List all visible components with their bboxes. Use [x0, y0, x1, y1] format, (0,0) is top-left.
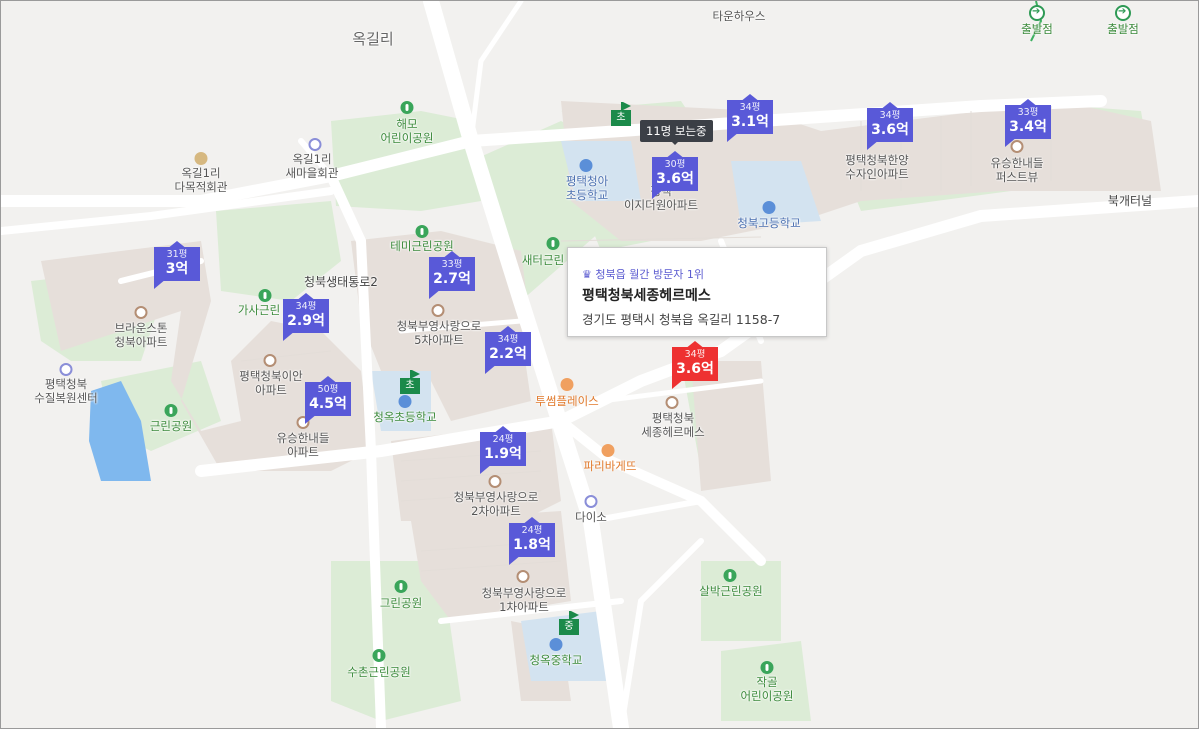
place-label-iann[interactable]: 평택청북이안 아파트: [239, 369, 302, 397]
community-center-icon: [308, 138, 322, 151]
apartment-icon: [488, 475, 502, 488]
building-icon: [194, 152, 208, 165]
apartment-address: 경기도 평택시 청북읍 옥길리 1158-7: [582, 312, 781, 327]
facility-icon: [59, 363, 73, 376]
price-marker-selected[interactable]: 34평 3.6억: [672, 341, 718, 389]
start-point-label: 출발점: [1021, 22, 1053, 36]
price-marker[interactable]: 33평 2.7억: [429, 251, 475, 299]
crown-icon: ♛: [582, 268, 592, 281]
place-label-geunrin-park[interactable]: 근린공원: [150, 419, 192, 433]
price-marker[interactable]: 50평 4.5억: [305, 376, 351, 424]
apartment-icon: [431, 304, 445, 317]
apartment-icon: [516, 570, 530, 583]
place-label-hermes[interactable]: 평택청북 세종헤르메스: [641, 411, 704, 439]
apartment-icon: [665, 396, 679, 409]
price-marker[interactable]: 31평 3억: [154, 241, 200, 289]
price-marker[interactable]: 34평 2.2억: [485, 326, 531, 374]
bakery-icon: [601, 444, 615, 457]
store-icon: [584, 495, 598, 508]
apartment-icon: [263, 354, 277, 367]
price-marker[interactable]: 30평 3.6억: [652, 151, 698, 199]
place-label-cheonga-elem[interactable]: 평택청아 초등학교: [566, 174, 608, 202]
school-icon: [579, 159, 593, 172]
place-label-cb-high[interactable]: 청북고등학교: [737, 216, 800, 230]
park-icon: [400, 101, 414, 114]
school-icon: [762, 201, 776, 214]
park-icon: [546, 237, 560, 250]
park-icon: [164, 404, 178, 417]
park-icon: [723, 569, 737, 582]
park-icon: [372, 649, 386, 662]
school-icon: [549, 638, 563, 651]
place-label-suchon-park[interactable]: 수촌근린공원: [347, 665, 410, 679]
park-icon: [258, 289, 272, 302]
place-label-okgil1-hall[interactable]: 옥길1리 새마을회관: [286, 152, 339, 180]
place-label-twosome[interactable]: 투썸플레이스: [535, 394, 598, 408]
cafe-icon: [560, 378, 574, 391]
place-label-buyoung1[interactable]: 청북부영사랑으로 1차아파트: [482, 586, 567, 614]
place-label-paris[interactable]: 파리바게뜨: [584, 459, 637, 473]
place-label-cheongok-mid[interactable]: 청옥중학교: [530, 653, 583, 667]
place-label-water-center[interactable]: 평택청북 수질복원센터: [34, 377, 97, 405]
place-label-brownstone[interactable]: 브라운스톤 청북아파트: [115, 321, 168, 349]
place-label-townhouse: 타운하우스: [712, 9, 766, 23]
place-label-haemo[interactable]: 해모 어린이공원: [381, 117, 434, 145]
price-marker[interactable]: 34평 3.1억: [727, 94, 773, 142]
map-view[interactable]: 옥길리 타운하우스 해모 어린이공원 옥길1리 새마을회관 옥길1리 다목적회관 테미…: [0, 0, 1199, 729]
park-icon: [415, 225, 429, 238]
elementary-school-flag[interactable]: 초: [611, 102, 633, 126]
park-icon: [394, 580, 408, 593]
elementary-school-flag[interactable]: 초: [400, 370, 422, 394]
place-label-gasa-park[interactable]: 가사근린: [238, 303, 280, 317]
apartment-info-card[interactable]: ♛ 청북읍 월간 방문자 1위 평택청북세종헤르메스 경기도 평택시 청북읍 옥…: [567, 247, 827, 337]
place-label-daiso[interactable]: 다이소: [575, 510, 607, 524]
price-marker[interactable]: 34평 3.6억: [867, 102, 913, 150]
price-marker[interactable]: 33평 3.4억: [1005, 99, 1051, 147]
road-label-eco-road: 청북생태통로2: [304, 275, 378, 289]
place-label-buyoung5[interactable]: 청북부영사랑으로 5차아파트: [397, 319, 482, 347]
place-label-hanyang[interactable]: 평택청북한양 수자인아파트: [845, 153, 908, 181]
place-label-green-park[interactable]: 그린공원: [380, 596, 422, 610]
park-icon: [760, 661, 774, 674]
place-label-cheongok-elem[interactable]: 청옥초등학교: [373, 410, 436, 424]
place-label-jakgol-park[interactable]: 작골 어린이공원: [741, 675, 794, 703]
price-marker[interactable]: 24평 1.8억: [509, 517, 555, 565]
viewer-count-tooltip: 11명 보는중: [640, 120, 713, 145]
middle-school-flag[interactable]: 중: [559, 611, 581, 635]
school-icon: [398, 395, 412, 408]
place-label-yuseung[interactable]: 유승한내들 아파트: [277, 431, 330, 459]
price-marker[interactable]: 34평 2.9억: [283, 293, 329, 341]
place-label-saeteo-park[interactable]: 새터근린: [522, 253, 564, 267]
visitor-rank: ♛ 청북읍 월간 방문자 1위: [582, 268, 704, 281]
place-label-buyoung2[interactable]: 청북부영사랑으로 2차아파트: [454, 490, 539, 518]
apartment-name: 평택청북세종헤르메스: [582, 288, 711, 304]
place-label-salbak-park[interactable]: 살박근린공원: [699, 584, 762, 598]
place-label-okgilri: 옥길리: [352, 30, 394, 48]
start-point-icon[interactable]: [1115, 5, 1131, 21]
place-label-firstview[interactable]: 유승한내들 퍼스트뷰: [991, 156, 1044, 184]
road-label-bukgae-tunnel: 북개터널: [1107, 194, 1153, 208]
place-label-multi-hall[interactable]: 옥길1리 다목적회관: [175, 166, 228, 194]
start-point-icon[interactable]: [1029, 5, 1045, 21]
price-marker[interactable]: 24평 1.9억: [480, 426, 526, 474]
start-point-label: 출발점: [1107, 22, 1139, 36]
apartment-icon: [134, 306, 148, 319]
